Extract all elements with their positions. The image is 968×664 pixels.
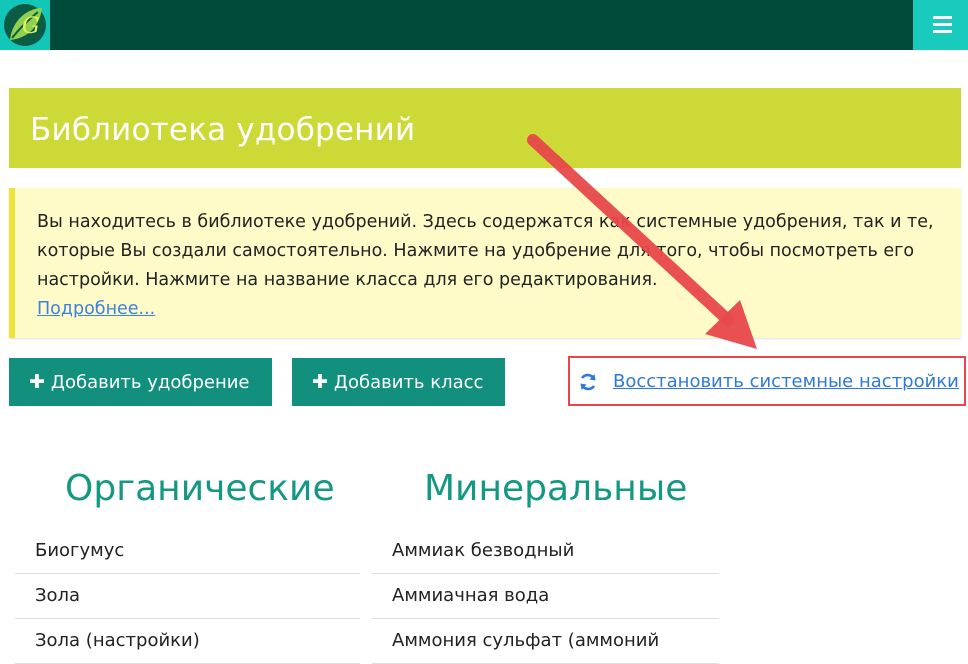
add-class-button[interactable]: ✚ Добавить класс [292,358,505,406]
svg-text:G: G [22,14,40,39]
list-item[interactable]: Аммиачная вода [372,574,719,619]
info-text: Вы находитесь в библиотеке удобрений. Зд… [37,212,934,290]
info-text-block: Вы находитесь в библиотеке удобрений. Зд… [37,208,937,324]
plus-icon: ✚ [312,371,328,393]
page-title: Библиотека удобрений [30,112,416,148]
list-item[interactable]: Аммония сульфат (аммоний [372,619,719,664]
add-fertilizer-button[interactable]: ✚ Добавить удобрение [9,358,272,406]
refresh-icon[interactable] [578,372,598,392]
list-item[interactable]: Зола [15,574,360,619]
title-banner: Библиотека удобрений [9,88,961,168]
top-bar: G [0,0,968,50]
organic-heading[interactable]: Органические [65,468,335,509]
add-class-label: Добавить класс [333,372,484,393]
plus-icon: ✚ [29,371,45,393]
more-link[interactable]: Подробнее... [37,299,155,319]
list-item[interactable]: Зола (настройки) [15,619,360,664]
add-fertilizer-label: Добавить удобрение [50,372,250,393]
info-box: Вы находитесь в библиотеке удобрений. Зд… [9,188,961,338]
app-logo[interactable]: G [0,0,50,50]
mineral-heading[interactable]: Минеральные [424,468,687,509]
leaf-logo-icon: G [4,4,46,46]
hamburger-icon[interactable] [913,0,968,50]
list-item[interactable]: Аммиак безводный [372,529,719,574]
list-item[interactable]: Биогумус [15,529,360,574]
restore-settings-link[interactable]: Восстановить системные настройки [613,371,959,392]
